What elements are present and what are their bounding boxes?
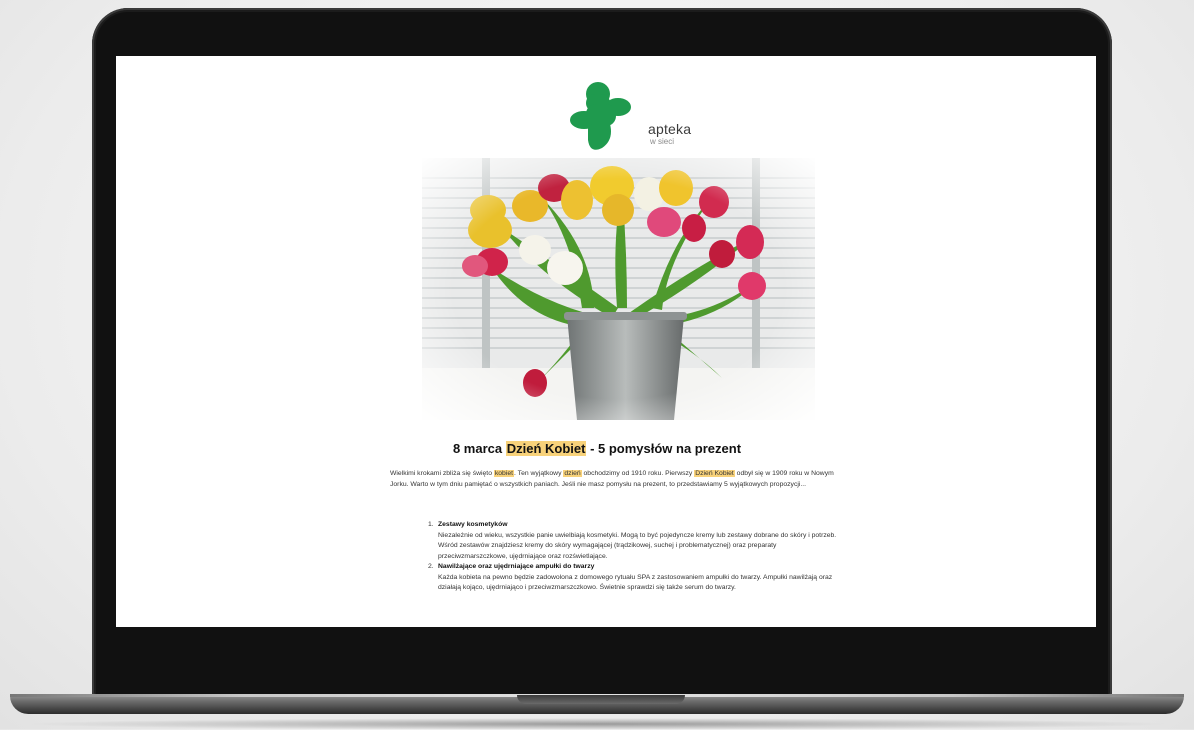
list-item: 2. Nawilżające oraz ujędrniające ampułki… [390, 562, 840, 594]
headline-post: - 5 pomysłów na prezent [586, 441, 742, 456]
list-item-number: 2. [428, 563, 434, 570]
email-headline: 8 marca Dzień Kobiet - 5 pomysłów na pre… [0, 441, 1194, 456]
logo-name: apteka [648, 121, 692, 137]
intro-highlight-kobiet: kobiet [493, 470, 515, 477]
gift-ideas-list: 1. Zestawy kosmetyków Niezależnie od wie… [390, 520, 840, 594]
logo-subtitle: w sieci [650, 137, 675, 146]
list-item: 1. Zestawy kosmetyków Niezależnie od wie… [390, 520, 840, 562]
intro-text-3: obchodzimy od 1910 roku. Pierwszy [581, 470, 695, 477]
intro-highlight-dzien-kobiet: Dzień Kobiet [694, 470, 735, 477]
hero-tulips-image [422, 158, 815, 420]
intro-text-2: . Ten wyjątkowy [514, 470, 564, 477]
headline-pre: 8 marca [452, 441, 506, 456]
laptop-notch [517, 695, 685, 704]
intro-paragraph: Wielkimi krokami zbliża się święto kobie… [390, 469, 838, 490]
laptop-shadow [20, 718, 1174, 730]
list-item-text: Niezależnie od wieku, wszystkie panie uw… [438, 531, 837, 560]
intro-highlight-dzien: dzień [563, 470, 582, 477]
list-item-number: 1. [428, 521, 434, 528]
intro-text-1: Wielkimi krokami zbliża się święto [390, 470, 494, 477]
headline-highlight: Dzień Kobiet [505, 441, 587, 456]
list-item-title: Zestawy kosmetyków [438, 521, 508, 528]
list-item-title: Nawilżające oraz ujędrniające ampułki do… [438, 563, 595, 570]
list-item-text: Każda kobieta na pewno będzie zadowolona… [438, 573, 833, 592]
